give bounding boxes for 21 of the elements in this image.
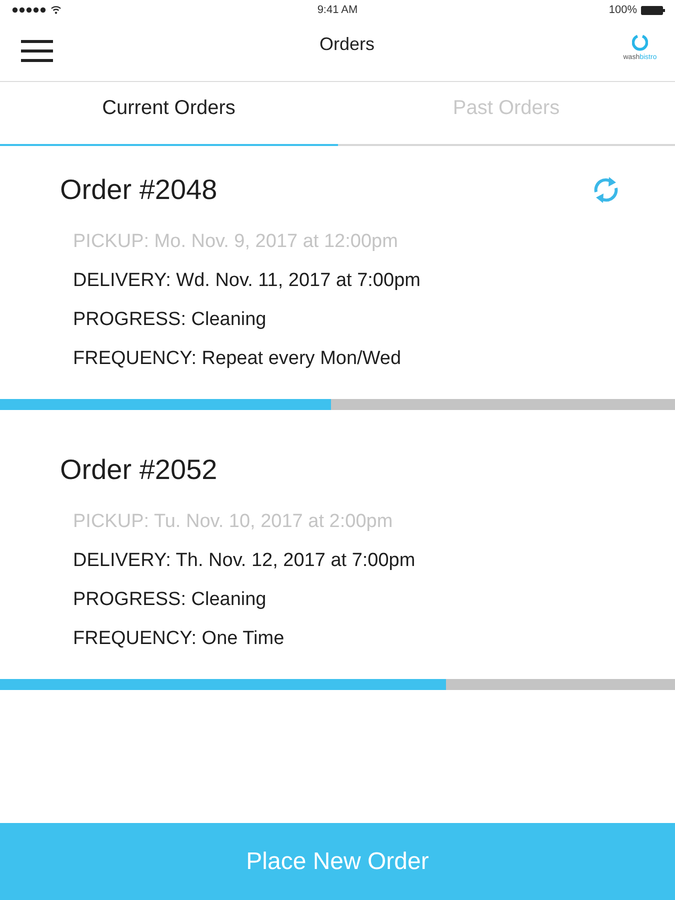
nav-title: Orders	[319, 33, 374, 56]
battery-icon	[640, 6, 665, 14]
wifi-icon	[51, 6, 61, 14]
order-detail: PICKUP: Mo. Nov. 9, 2017 at 12:00pm	[73, 230, 398, 254]
place-order-button[interactable]: Place New Order	[0, 823, 675, 900]
logo-icon	[632, 34, 648, 52]
tab[interactable]: Current Orders	[0, 82, 338, 146]
battery-percentage: 100%	[608, 2, 637, 18]
order-title: Order #2048	[60, 173, 218, 207]
order-detail: PROGRESS: Cleaning	[73, 308, 266, 332]
order-detail: PICKUP: Tu. Nov. 10, 2017 at 2:00pm	[73, 510, 393, 534]
order-detail: DELIVERY: Wd. Nov. 11, 2017 at 7:00pm	[73, 269, 420, 293]
status-time: 9:41 AM	[317, 2, 358, 18]
menu-button[interactable]	[21, 40, 53, 62]
menu-icon	[21, 40, 53, 62]
order-detail: DELIVERY: Th. Nov. 12, 2017 at 7:00pm	[73, 549, 416, 573]
order-detail: PROGRESS: Cleaning	[73, 588, 266, 612]
signal-icon	[12, 7, 46, 13]
order-detail: FREQUENCY: One Time	[73, 627, 284, 651]
order-detail: FREQUENCY: Repeat every Mon/Wed	[73, 347, 402, 371]
order-title: Order #2052	[60, 453, 218, 487]
